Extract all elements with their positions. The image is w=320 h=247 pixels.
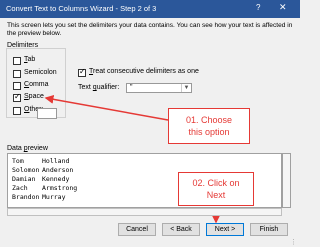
preview-row: Damian Kennedy bbox=[12, 175, 70, 183]
data-preview-label: Data preview bbox=[7, 145, 48, 152]
preview-row: Brandon Murray bbox=[12, 193, 66, 201]
callout-click-next: 02. Click on Next bbox=[178, 172, 254, 206]
cancel-button[interactable]: Cancel bbox=[118, 223, 156, 236]
preview-row: Zach Armstrong bbox=[12, 184, 78, 192]
preview-vertical-scrollbar[interactable] bbox=[282, 153, 291, 208]
preview-horizontal-scrollbar[interactable] bbox=[7, 208, 282, 216]
finish-button[interactable]: Finish bbox=[250, 223, 288, 236]
next-button[interactable]: Next > bbox=[206, 223, 244, 236]
resize-grip-icon[interactable]: ⋮ bbox=[290, 238, 297, 246]
preview-row: Solomon Anderson bbox=[12, 166, 74, 174]
arrow-to-space-option bbox=[44, 94, 169, 121]
callout-two-line2: Next bbox=[206, 190, 226, 200]
callout-two-line1: 02. Click on bbox=[192, 178, 240, 188]
back-button[interactable]: < Back bbox=[162, 223, 200, 236]
preview-row: Tom Holland bbox=[12, 157, 70, 165]
